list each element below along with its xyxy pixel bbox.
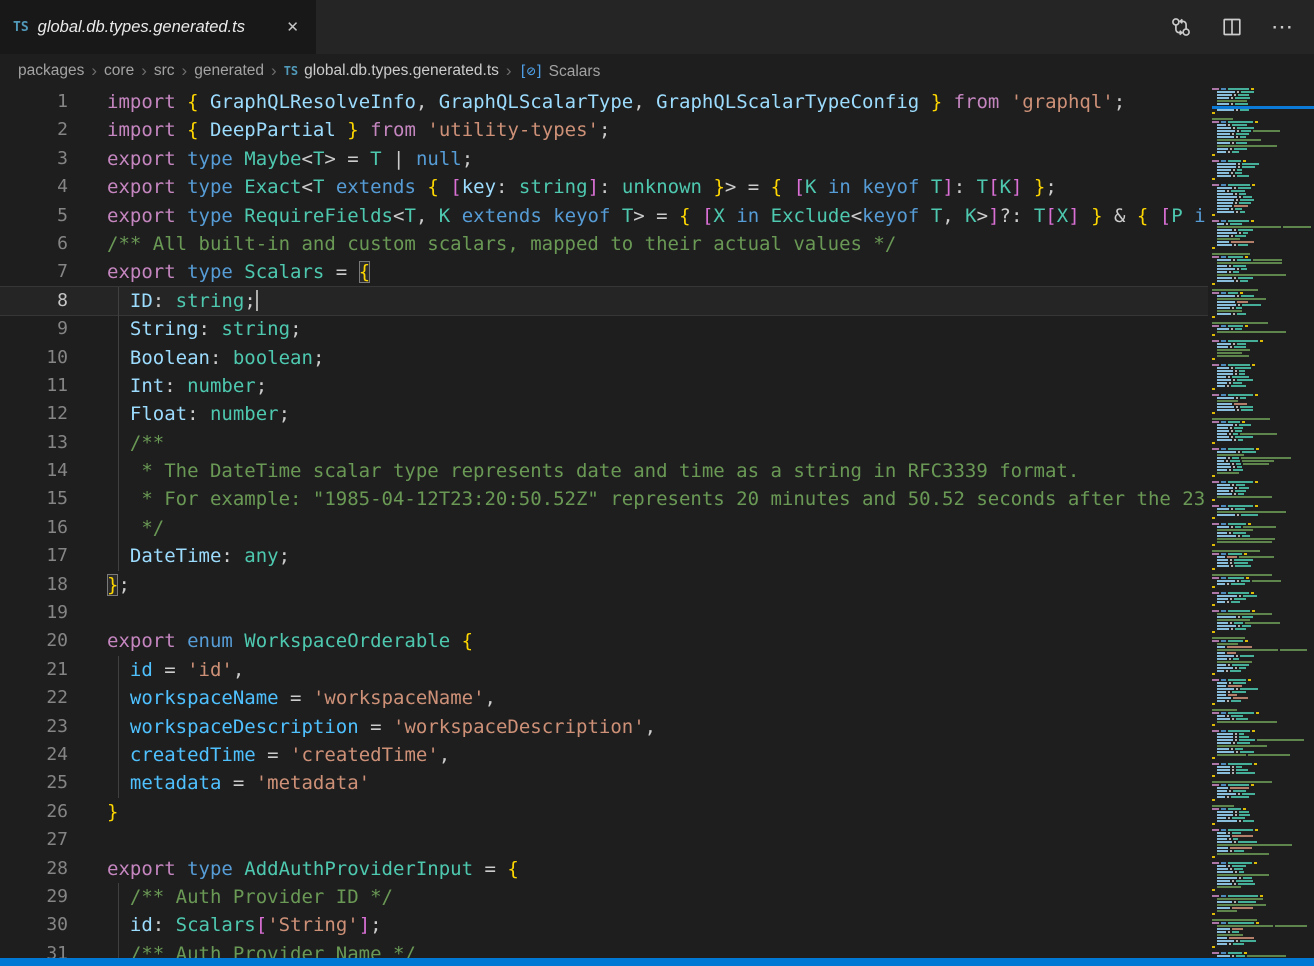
editor-pane[interactable]: 1234567891011121314151617181920212223242… — [0, 88, 1314, 958]
breadcrumb-separator: › — [271, 61, 277, 81]
code-line-3[interactable]: export type Maybe<T> = T | null; — [107, 145, 1206, 173]
code-line-29[interactable]: /** Auth Provider ID */ — [107, 883, 1206, 911]
line-number-11[interactable]: 11 — [0, 372, 95, 400]
line-number-4[interactable]: 4 — [0, 173, 95, 201]
line-number-6[interactable]: 6 — [0, 230, 95, 258]
line-number-30[interactable]: 30 — [0, 911, 95, 939]
indent-guide — [118, 287, 119, 571]
line-number-14[interactable]: 14 — [0, 457, 95, 485]
code-line-28[interactable]: export type AddAuthProviderInput = { — [107, 855, 1206, 883]
breadcrumb-item-symbol-scalars[interactable]: [⊘]Scalars — [519, 62, 601, 81]
line-number-9[interactable]: 9 — [0, 315, 95, 343]
breadcrumb-item-generated[interactable]: generated — [194, 62, 264, 80]
code-line-4[interactable]: export type Exact<T extends { [key: stri… — [107, 173, 1206, 201]
code-line-23[interactable]: workspaceDescription = 'workspaceDescrip… — [107, 713, 1206, 741]
line-number-3[interactable]: 3 — [0, 145, 95, 173]
open-changes-icon[interactable] — [1169, 15, 1193, 39]
typescript-file-icon: TS — [284, 64, 298, 78]
line-number-21[interactable]: 21 — [0, 656, 95, 684]
split-editor-icon[interactable] — [1220, 15, 1244, 39]
line-number-28[interactable]: 28 — [0, 855, 95, 883]
code-line-10[interactable]: Boolean: boolean; — [107, 344, 1206, 372]
line-number-15[interactable]: 15 — [0, 485, 95, 513]
line-number-24[interactable]: 24 — [0, 741, 95, 769]
code-line-6[interactable]: /** All built-in and custom scalars, map… — [107, 230, 1206, 258]
line-number-26[interactable]: 26 — [0, 798, 95, 826]
code-line-18[interactable]: }; — [107, 571, 1206, 599]
line-number-17[interactable]: 17 — [0, 542, 95, 570]
close-tab-icon[interactable]: ✕ — [283, 16, 302, 38]
line-number-8[interactable]: 8 — [0, 287, 95, 315]
code-line-16[interactable]: */ — [107, 514, 1206, 542]
breadcrumb-separator: › — [91, 61, 97, 81]
tab-title: global.db.types.generated.ts — [38, 18, 245, 37]
code-line-14[interactable]: * The DateTime scalar type represents da… — [107, 457, 1206, 485]
code-line-17[interactable]: DateTime: any; — [107, 542, 1206, 570]
code-line-21[interactable]: id = 'id', — [107, 656, 1206, 684]
code-area[interactable]: import { GraphQLResolveInfo, GraphQLScal… — [95, 88, 1206, 958]
code-line-30[interactable]: id: Scalars['String']; — [107, 911, 1206, 939]
breadcrumb-item-src[interactable]: src — [154, 62, 175, 80]
code-line-31[interactable]: /** Auth Provider Name */ — [107, 940, 1206, 958]
tab-bar: TS global.db.types.generated.ts ✕ — [0, 0, 1314, 54]
code-line-19[interactable] — [107, 599, 1206, 627]
more-actions-icon[interactable]: ⋯ — [1271, 16, 1294, 38]
code-line-27[interactable] — [107, 826, 1206, 854]
line-number-16[interactable]: 16 — [0, 514, 95, 542]
code-line-9[interactable]: String: string; — [107, 315, 1206, 343]
code-line-12[interactable]: Float: number; — [107, 400, 1206, 428]
line-number-27[interactable]: 27 — [0, 826, 95, 854]
line-number-10[interactable]: 10 — [0, 344, 95, 372]
breadcrumb-item-core[interactable]: core — [104, 62, 134, 80]
code-line-1[interactable]: import { GraphQLResolveInfo, GraphQLScal… — [107, 88, 1206, 116]
breadcrumb-item-file[interactable]: TSglobal.db.types.generated.ts — [284, 62, 499, 80]
line-number-5[interactable]: 5 — [0, 202, 95, 230]
breadcrumb-separator: › — [141, 61, 147, 81]
editor-actions: ⋯ — [1169, 0, 1314, 54]
line-number-7[interactable]: 7 — [0, 258, 95, 286]
line-number-12[interactable]: 12 — [0, 400, 95, 428]
vscode-window: TS global.db.types.generated.ts ✕ — [0, 0, 1314, 966]
indent-guide — [118, 656, 119, 798]
line-number-31[interactable]: 31 — [0, 940, 95, 958]
code-line-26[interactable]: } — [107, 798, 1206, 826]
code-line-5[interactable]: export type RequireFields<T, K extends k… — [107, 202, 1206, 230]
status-bar — [0, 958, 1314, 966]
line-number-20[interactable]: 20 — [0, 627, 95, 655]
code-line-15[interactable]: * For example: "1985-04-12T23:20:50.52Z"… — [107, 485, 1206, 513]
breadcrumb-separator: › — [506, 61, 512, 81]
indent-guide — [118, 883, 119, 958]
line-number-1[interactable]: 1 — [0, 88, 95, 116]
code-line-25[interactable]: metadata = 'metadata' — [107, 769, 1206, 797]
code-line-24[interactable]: createdTime = 'createdTime', — [107, 741, 1206, 769]
code-line-22[interactable]: workspaceName = 'workspaceName', — [107, 684, 1206, 712]
breadcrumb: packages › core › src › generated › TSglobal.db.… — [0, 54, 1314, 88]
code-line-8[interactable]: ID: string; — [107, 287, 1206, 315]
minimap-current-line — [1212, 106, 1314, 109]
code-line-11[interactable]: Int: number; — [107, 372, 1206, 400]
code-line-2[interactable]: import { DeepPartial } from 'utility-typ… — [107, 116, 1206, 144]
symbol-type-icon: [⊘] — [519, 62, 543, 80]
line-number-19[interactable]: 19 — [0, 599, 95, 627]
line-number-2[interactable]: 2 — [0, 116, 95, 144]
line-number-29[interactable]: 29 — [0, 883, 95, 911]
breadcrumb-separator: › — [182, 61, 188, 81]
line-number-18[interactable]: 18 — [0, 571, 95, 599]
line-number-25[interactable]: 25 — [0, 769, 95, 797]
breadcrumb-item-packages[interactable]: packages — [18, 62, 84, 80]
minimap[interactable] — [1212, 88, 1314, 958]
typescript-file-icon: TS — [13, 20, 29, 35]
line-number-13[interactable]: 13 — [0, 429, 95, 457]
line-number-23[interactable]: 23 — [0, 713, 95, 741]
code-line-13[interactable]: /** — [107, 429, 1206, 457]
tab-global-db-types-generated[interactable]: TS global.db.types.generated.ts ✕ — [0, 0, 316, 54]
code-line-7[interactable]: export type Scalars = { — [107, 258, 1206, 286]
editor-gutter: 1234567891011121314151617181920212223242… — [0, 88, 95, 958]
line-number-22[interactable]: 22 — [0, 684, 95, 712]
text-cursor — [256, 290, 258, 311]
code-line-20[interactable]: export enum WorkspaceOrderable { — [107, 627, 1206, 655]
